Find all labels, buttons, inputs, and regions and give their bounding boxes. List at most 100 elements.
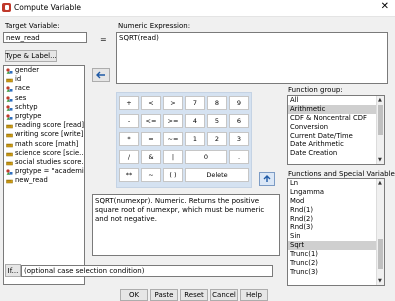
keypad-key[interactable]: <= [141, 114, 161, 128]
ok-button[interactable]: OK [120, 289, 148, 301]
variable-label: social studies score... [15, 157, 84, 166]
numeric-expression-input[interactable]: SQRT(read) [116, 32, 388, 84]
compute-variable-dialog: Compute Variable ✕ Target Variable: new_… [0, 0, 395, 301]
keypad-key[interactable]: ~ [141, 168, 161, 182]
scroll-down-icon[interactable]: ▼ [378, 278, 382, 284]
scale-ruler-icon [6, 178, 13, 184]
scroll-up-icon[interactable]: ▲ [378, 97, 382, 103]
variable-item[interactable]: new_read [4, 176, 84, 185]
variable-item[interactable]: math score [math] [4, 140, 84, 149]
variable-label: id [15, 75, 22, 84]
function-group-scrollbar[interactable]: ▲ ▼ [376, 96, 384, 164]
function-group-item[interactable]: Date Arithmetic [288, 140, 384, 149]
keypad-key[interactable]: ( ) [163, 168, 183, 182]
cancel-button[interactable]: Cancel [210, 289, 238, 301]
keypad-key[interactable]: 6 [229, 114, 249, 128]
function-item[interactable]: Mod [288, 197, 384, 206]
scroll-down-icon[interactable]: ▼ [378, 157, 382, 163]
variable-item[interactable]: prgtype [4, 112, 84, 121]
keypad-key[interactable]: / [119, 150, 139, 164]
move-up-button[interactable] [259, 172, 275, 186]
keypad-key[interactable]: 3 [229, 132, 249, 146]
keypad-key[interactable]: - [119, 114, 139, 128]
function-item[interactable]: Sin [288, 232, 384, 241]
function-group-item[interactable]: Conversion [288, 123, 384, 132]
function-group-item[interactable]: All [288, 96, 384, 105]
variable-label: science score [scie... [15, 148, 84, 157]
keypad-key[interactable]: + [119, 96, 139, 110]
keypad-key[interactable]: . [229, 150, 249, 164]
keypad-key[interactable]: 2 [207, 132, 227, 146]
scroll-thumb[interactable] [378, 105, 383, 135]
function-item[interactable]: Sqrt [288, 241, 384, 251]
function-group-item[interactable]: Date Creation [288, 149, 384, 158]
variable-item[interactable]: science score [scie... [4, 149, 84, 158]
variable-label: prgtype [15, 111, 42, 120]
function-item[interactable]: Trunc(1) [288, 250, 384, 259]
scale-ruler-icon [6, 132, 13, 138]
keypad-key[interactable]: * [119, 132, 139, 146]
function-group-list[interactable]: All Arithmetic CDF & Noncentral CDF Convers… [287, 95, 385, 165]
keypad-key[interactable]: ~= [163, 132, 183, 146]
variable-item[interactable]: gender [4, 66, 84, 75]
move-to-expression-button[interactable] [92, 68, 110, 82]
variable-label: ses [15, 93, 27, 102]
keypad-key[interactable]: 7 [185, 96, 205, 110]
functions-list[interactable]: Ln Lngamma Mod Rnd(1) Rnd(2) Rnd(3) Sin Sqrt Tru… [287, 178, 385, 286]
nominal-shapes-icon [6, 114, 13, 120]
function-item[interactable]: Rnd(3) [288, 223, 384, 232]
keypad-key[interactable]: 8 [207, 96, 227, 110]
scroll-up-icon[interactable]: ▲ [378, 180, 382, 186]
variable-item[interactable]: reading score [read] [4, 121, 84, 130]
variable-item[interactable]: writing score [write] [4, 130, 84, 139]
if-button[interactable]: If... [5, 264, 21, 277]
function-item[interactable]: Rnd(2) [288, 215, 384, 224]
function-group-item[interactable]: Current Date/Time [288, 132, 384, 141]
variable-label: schtyp [15, 102, 38, 111]
keypad-key[interactable]: 5 [207, 114, 227, 128]
variable-item[interactable]: schtyp [4, 103, 84, 112]
target-variable-input[interactable]: new_read [3, 32, 87, 43]
variable-label: gender [15, 66, 40, 74]
close-icon[interactable]: ✕ [381, 1, 389, 12]
function-group-item[interactable]: CDF & Noncentral CDF [288, 114, 384, 123]
spss-app-icon [2, 3, 11, 12]
keypad-key[interactable]: 0 [185, 150, 227, 164]
keypad-key[interactable]: 1 [185, 132, 205, 146]
reset-button[interactable]: Reset [180, 289, 208, 301]
help-button[interactable]: Help [240, 289, 268, 301]
keypad-key[interactable]: > [163, 96, 183, 110]
keypad-key[interactable]: ** [119, 168, 139, 182]
delete-key[interactable]: Delete [185, 168, 249, 182]
functions-scrollbar[interactable]: ▲ ▼ [376, 179, 384, 285]
nominal-shapes-icon [6, 105, 13, 111]
nominal-shapes-icon [6, 68, 13, 74]
keypad-key[interactable]: 9 [229, 96, 249, 110]
function-item[interactable]: Trunc(3) [288, 268, 384, 277]
arrow-left-icon [96, 71, 105, 79]
keypad-key[interactable]: >= [163, 114, 183, 128]
title-bar: Compute Variable ✕ [0, 0, 395, 17]
scroll-thumb[interactable] [378, 239, 383, 269]
paste-button[interactable]: Paste [150, 289, 178, 301]
keypad-key[interactable]: 4 [185, 114, 205, 128]
variable-item[interactable]: id [4, 75, 84, 84]
function-item[interactable]: Trunc(2) [288, 259, 384, 268]
variable-item[interactable]: race [4, 84, 84, 93]
variable-item[interactable]: ses [4, 94, 84, 103]
nominal-shapes-icon [6, 169, 13, 175]
function-item[interactable]: Ln [288, 179, 384, 188]
keypad-key[interactable]: | [163, 150, 183, 164]
variable-item[interactable]: prgtype = "academic... [4, 167, 84, 176]
function-item[interactable]: Lngamma [288, 188, 384, 197]
function-item[interactable]: Rnd(1) [288, 206, 384, 215]
variable-list[interactable]: gender id race ses schtyp prgtype reading scor… [3, 65, 85, 285]
variable-item[interactable]: social studies score... [4, 158, 84, 167]
keypad-key[interactable]: & [141, 150, 161, 164]
keypad-key[interactable]: = [141, 132, 161, 146]
keypad-key[interactable]: < [141, 96, 161, 110]
type-label-button[interactable]: Type & Label... [5, 50, 57, 62]
function-group-item[interactable]: Arithmetic [288, 104, 384, 114]
variable-label: math score [math] [15, 139, 79, 148]
nominal-shapes-icon [6, 95, 13, 102]
